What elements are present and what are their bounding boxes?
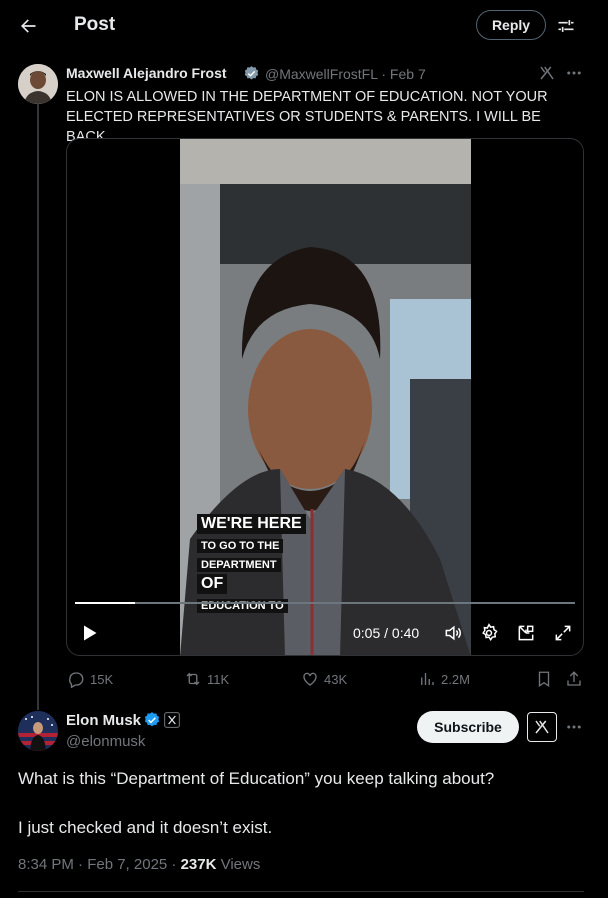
like-action[interactable]: 43K bbox=[301, 670, 347, 688]
reply-icon bbox=[69, 672, 84, 688]
fullscreen-icon bbox=[555, 625, 571, 641]
author-handle-date[interactable]: @MaxwellFrostFL · Feb 7 bbox=[265, 66, 426, 82]
post-text: What is this “Department of Education” y… bbox=[18, 769, 495, 788]
caption-line: WE'RE HERE bbox=[197, 514, 306, 534]
thread-line bbox=[37, 104, 39, 710]
repost-icon bbox=[186, 672, 200, 686]
pip-button[interactable] bbox=[516, 623, 536, 643]
author-name[interactable]: Maxwell Alejandro Frost bbox=[66, 65, 227, 81]
gear-icon bbox=[482, 623, 498, 642]
settings-sliders-icon bbox=[558, 20, 574, 32]
subscribe-button[interactable]: Subscribe bbox=[417, 711, 519, 743]
author-name[interactable]: Elon Musk bbox=[66, 712, 141, 729]
x-logo-icon bbox=[164, 712, 180, 728]
grok-button[interactable] bbox=[527, 712, 557, 742]
views-icon bbox=[421, 673, 434, 685]
grok-icon bbox=[535, 720, 549, 734]
back-button[interactable] bbox=[14, 12, 42, 40]
divider bbox=[18, 891, 584, 892]
bookmark-button[interactable] bbox=[535, 670, 553, 688]
back-arrow-icon bbox=[21, 19, 36, 33]
video-progress-fill bbox=[75, 602, 135, 604]
views-count: 237K bbox=[180, 856, 217, 873]
video-player[interactable]: WE'RE HERE TO GO TO THE DEPARTMENT OF ED… bbox=[66, 138, 584, 656]
avatar-elon-musk[interactable] bbox=[18, 711, 58, 751]
more-icon bbox=[567, 71, 581, 75]
views-count: 2.2M bbox=[441, 671, 470, 687]
post-timestamp[interactable]: 8:34 PM · Feb 7, 2025 · bbox=[18, 856, 181, 873]
share-icon bbox=[567, 671, 581, 686]
repost-action[interactable]: 11K bbox=[184, 670, 229, 688]
pip-icon bbox=[518, 625, 534, 641]
verified-badge-icon bbox=[143, 711, 161, 729]
post-text: I just checked and it doesn’t exist. bbox=[18, 818, 273, 837]
more-icon bbox=[567, 725, 581, 729]
fullscreen-button[interactable] bbox=[553, 623, 573, 643]
page-title: Post bbox=[74, 14, 116, 35]
video-settings-button[interactable] bbox=[479, 623, 499, 643]
more-button[interactable] bbox=[565, 718, 583, 736]
volume-button[interactable] bbox=[443, 623, 463, 643]
like-icon bbox=[303, 672, 317, 686]
volume-icon bbox=[445, 625, 461, 641]
reply-button[interactable]: Reply bbox=[476, 10, 546, 40]
play-icon bbox=[84, 625, 97, 641]
video-progress-bar[interactable] bbox=[75, 602, 575, 604]
views-label: Views bbox=[216, 856, 261, 873]
video-time: 0:05 / 0:40 bbox=[353, 625, 420, 641]
author-handle[interactable]: @elonmusk bbox=[66, 733, 145, 750]
grok-button[interactable] bbox=[538, 64, 556, 82]
caption-line: TO GO TO THE bbox=[197, 539, 284, 553]
avatar-maxwell-frost[interactable] bbox=[18, 64, 58, 104]
like-count: 43K bbox=[324, 671, 348, 687]
video-caption: WE'RE HERE TO GO TO THE DEPARTMENT OF ED… bbox=[197, 514, 306, 615]
caption-line: DEPARTMENT bbox=[197, 558, 281, 572]
post-meta: 8:34 PM · Feb 7, 2025 · 237K Views bbox=[18, 856, 260, 873]
play-button[interactable] bbox=[79, 623, 99, 643]
reply-count: 15K bbox=[90, 671, 114, 687]
bookmark-icon bbox=[538, 671, 550, 688]
repost-count: 11K bbox=[207, 671, 230, 687]
share-button[interactable] bbox=[565, 670, 583, 688]
affiliation-badge bbox=[164, 712, 180, 728]
verified-badge-icon bbox=[243, 65, 260, 82]
caption-line: OF bbox=[197, 574, 228, 594]
views-action[interactable]: 2.2M bbox=[418, 670, 470, 688]
more-button[interactable] bbox=[565, 64, 583, 82]
settings-button[interactable] bbox=[553, 13, 579, 39]
reply-action[interactable]: 15K bbox=[67, 670, 113, 688]
grok-icon bbox=[540, 66, 554, 80]
